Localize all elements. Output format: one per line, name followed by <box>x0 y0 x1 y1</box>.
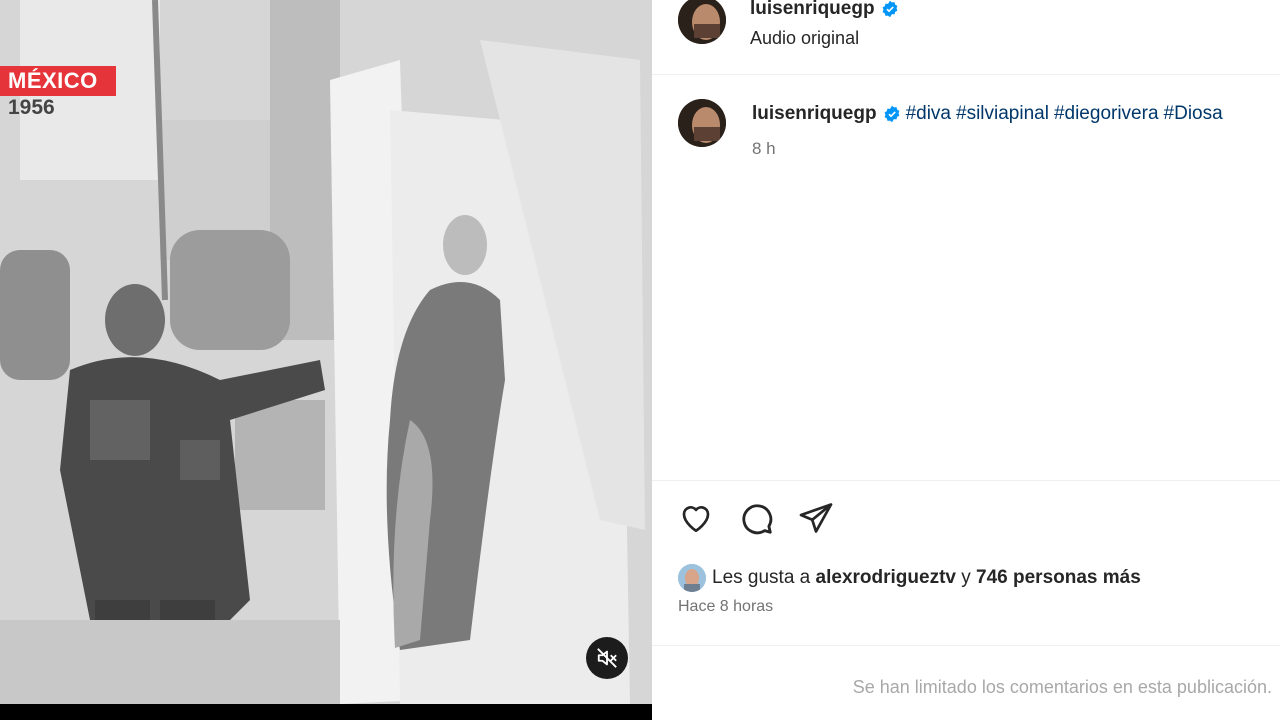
comments-limited-notice: Se han limitado los comentarios en esta … <box>852 677 1272 697</box>
likes-prefix: Les gusta a <box>712 567 811 589</box>
hashtag-link[interactable]: #silviapinal <box>956 103 1049 124</box>
post-timestamp: Hace 8 horas <box>678 598 774 615</box>
comment-icon <box>742 504 773 535</box>
author-username-text[interactable]: luisenriquegp <box>750 0 875 19</box>
video-frame <box>0 0 652 704</box>
audio-label[interactable]: Audio original <box>750 28 859 49</box>
comment-button[interactable] <box>738 500 776 538</box>
post-header: luisenriquegp Audio original <box>652 0 1280 75</box>
avatar-image <box>678 99 726 147</box>
verified-badge-icon <box>882 0 898 18</box>
hashtag-link[interactable]: #diegorivera <box>1054 103 1159 124</box>
hashtag-link[interactable]: #Diosa <box>1164 103 1223 124</box>
liker-avatar[interactable] <box>678 564 706 592</box>
video-player[interactable]: MÉXICO 1956 <box>0 0 652 720</box>
caption-author-username[interactable]: luisenriquegp <box>752 103 877 124</box>
verified-badge-icon <box>884 105 900 123</box>
send-icon <box>799 503 833 533</box>
caption-author-avatar[interactable] <box>678 99 726 147</box>
share-button[interactable] <box>798 500 836 538</box>
liker-username[interactable]: alexrodrigueztv <box>816 567 956 588</box>
divider <box>652 645 1280 646</box>
author-username[interactable]: luisenriquegp <box>750 0 899 20</box>
caption-time[interactable]: 8 h <box>752 139 776 159</box>
video-bottom-bar <box>0 704 652 720</box>
action-bar <box>678 500 878 540</box>
speaker-muted-icon <box>597 648 617 668</box>
likes-count[interactable]: 746 personas más <box>976 567 1141 588</box>
avatar-image <box>678 0 726 44</box>
post-panel: luisenriquegp Audio original luisenrique… <box>652 0 1280 720</box>
avatar-image <box>678 564 706 592</box>
location-badge: MÉXICO <box>0 66 116 96</box>
like-button[interactable] <box>678 500 716 538</box>
likes-connector: y <box>961 567 971 589</box>
heart-icon <box>682 506 710 533</box>
mute-button[interactable] <box>586 637 628 679</box>
likes-summary[interactable]: Les gusta a alexrodrigueztv y 746 person… <box>678 564 1141 592</box>
caption-section: luisenriquegp #diva #silviapinal #diegoriv… <box>652 75 1280 481</box>
author-avatar[interactable] <box>678 0 726 44</box>
hashtag-link[interactable]: #diva <box>906 103 951 124</box>
caption-text: luisenriquegp #diva #silviapinal #diegoriv… <box>752 103 1223 125</box>
year-label: 1956 <box>8 96 55 119</box>
